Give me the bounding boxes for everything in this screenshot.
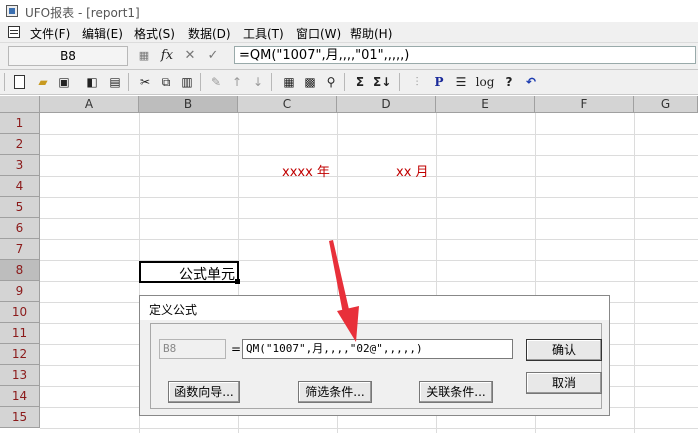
- toolbar-separator: [399, 73, 400, 91]
- menu-format[interactable]: 格式(S): [134, 25, 175, 42]
- row-header-8[interactable]: 8: [0, 260, 40, 281]
- select-all-corner[interactable]: [0, 96, 40, 113]
- confirm-button[interactable]: 确认: [526, 339, 602, 361]
- document-icon[interactable]: [8, 26, 20, 38]
- relation-condition-button[interactable]: 关联条件...: [419, 381, 493, 403]
- grid-line: [634, 113, 635, 433]
- column-header-d[interactable]: D: [337, 96, 436, 113]
- fill-handle[interactable]: [235, 279, 240, 284]
- dialog-equals-sign: =: [231, 342, 242, 356]
- row-header-3[interactable]: 3: [0, 155, 40, 176]
- sort-descending-icon[interactable]: ↓: [249, 73, 267, 91]
- column-header-e[interactable]: E: [436, 96, 535, 113]
- toolbar-separator: [271, 73, 272, 91]
- dialog-cell-ref-field: B8: [159, 339, 226, 359]
- grid-line: [40, 197, 698, 198]
- log-icon[interactable]: log: [474, 73, 496, 91]
- function-wizard-button[interactable]: 函数向导...: [168, 381, 240, 403]
- toolbar: ▰ ▣ ◧ ▤ ✂ ⧉ ▥ ✎ ↑ ↓ ▦ ▩ ⚲ Σ Σ↓ ⫶ P ☰ log…: [0, 70, 698, 95]
- grid-line: [40, 239, 698, 240]
- sort-ascending-icon[interactable]: ↑: [228, 73, 246, 91]
- dialog-formula-input[interactable]: QM("1007",月,,,,"02@",,,,,): [242, 339, 513, 359]
- cancel-button[interactable]: 取消: [526, 372, 602, 394]
- row-header-15[interactable]: 15: [0, 407, 40, 428]
- undo-icon[interactable]: ↶: [522, 73, 540, 91]
- row-header-5[interactable]: 5: [0, 197, 40, 218]
- toolbar-grip: [4, 73, 5, 91]
- print-icon[interactable]: ▤: [106, 73, 124, 91]
- toolbar-separator: [128, 73, 129, 91]
- menu-data[interactable]: 数据(D): [188, 25, 231, 42]
- fx-icon[interactable]: fx: [159, 48, 175, 64]
- menu-file[interactable]: 文件(F): [30, 25, 70, 42]
- window-title: UFO报表 - [report1]: [25, 6, 140, 20]
- menu-help[interactable]: 帮助(H): [350, 25, 392, 42]
- menu-tools[interactable]: 工具(T): [243, 25, 284, 42]
- column-header-a[interactable]: A: [40, 96, 139, 113]
- row-header-4[interactable]: 4: [0, 176, 40, 197]
- row-header-11[interactable]: 11: [0, 323, 40, 344]
- grid-line: [40, 176, 698, 177]
- app-icon: [6, 5, 18, 17]
- cancel-icon[interactable]: ✕: [182, 48, 198, 64]
- paste-icon[interactable]: ▥: [178, 73, 196, 91]
- cell-b8-selected[interactable]: 公式单元: [139, 261, 239, 283]
- table-icon[interactable]: ▦: [280, 73, 298, 91]
- sum-down-icon[interactable]: Σ↓: [373, 73, 391, 91]
- title-bar: UFO报表 - [report1]: [0, 0, 698, 22]
- copy-icon[interactable]: ⧉: [157, 73, 175, 91]
- column-header-g[interactable]: G: [634, 96, 698, 113]
- new-file-icon[interactable]: [14, 75, 25, 89]
- define-formula-dialog: 定义公式 B8 = QM("1007",月,,,,"02@",,,,,) 确认 …: [139, 295, 610, 416]
- format-painter-icon[interactable]: ✎: [207, 73, 225, 91]
- row-header-7[interactable]: 7: [0, 239, 40, 260]
- calculator-icon[interactable]: ▦: [136, 48, 152, 64]
- dialog-title: 定义公式: [149, 303, 198, 317]
- find-icon[interactable]: ⚲: [322, 73, 340, 91]
- cut-icon[interactable]: ✂: [136, 73, 154, 91]
- cell-d3[interactable]: xx 月: [396, 161, 429, 180]
- toolbar-separator: [200, 73, 201, 91]
- menu-bar: 文件(F) 编辑(E) 格式(S) 数据(D) 工具(T) 窗口(W) 帮助(H…: [0, 22, 698, 43]
- formula-bar: B8 ▦ fx ✕ ✓ =QM("1007",月,,,,"01",,,,,): [0, 43, 698, 70]
- row-header-13[interactable]: 13: [0, 365, 40, 386]
- confirm-icon[interactable]: ✓: [205, 48, 221, 64]
- dialog-title-bar: 定义公式: [140, 296, 609, 320]
- grid-line: [40, 428, 698, 429]
- column-header-c[interactable]: C: [238, 96, 337, 113]
- menu-window[interactable]: 窗口(W): [296, 25, 341, 42]
- grid-icon[interactable]: ▩: [301, 73, 319, 91]
- chart-icon[interactable]: ⫶: [408, 73, 426, 91]
- print-preview-icon[interactable]: ◧: [83, 73, 101, 91]
- row-header-12[interactable]: 12: [0, 344, 40, 365]
- column-header-f[interactable]: F: [535, 96, 634, 113]
- menu-edit[interactable]: 编辑(E): [82, 25, 123, 42]
- cell-c3[interactable]: xxxx 年: [282, 161, 330, 180]
- row-header-2[interactable]: 2: [0, 134, 40, 155]
- row-header-9[interactable]: 9: [0, 281, 40, 302]
- row-header-1[interactable]: 1: [0, 113, 40, 134]
- list-icon[interactable]: ☰: [452, 73, 470, 91]
- sum-icon[interactable]: Σ: [351, 73, 369, 91]
- cell-b8-text: 公式单元: [179, 267, 235, 283]
- pointer-p-icon[interactable]: P: [430, 73, 448, 91]
- column-header-b[interactable]: B: [139, 96, 238, 113]
- row-header-14[interactable]: 14: [0, 386, 40, 407]
- row-header-6[interactable]: 6: [0, 218, 40, 239]
- save-icon[interactable]: ▣: [55, 73, 73, 91]
- formula-input[interactable]: =QM("1007",月,,,,"01",,,,,): [234, 46, 696, 64]
- cell-reference-box[interactable]: B8: [8, 46, 128, 66]
- grid-line: [40, 134, 698, 135]
- help-icon[interactable]: ?: [500, 73, 518, 91]
- row-header-10[interactable]: 10: [0, 302, 40, 323]
- filter-condition-button[interactable]: 筛选条件...: [298, 381, 372, 403]
- open-folder-icon[interactable]: ▰: [34, 73, 52, 91]
- grid-line: [40, 155, 698, 156]
- toolbar-separator: [344, 73, 345, 91]
- grid-line: [40, 218, 698, 219]
